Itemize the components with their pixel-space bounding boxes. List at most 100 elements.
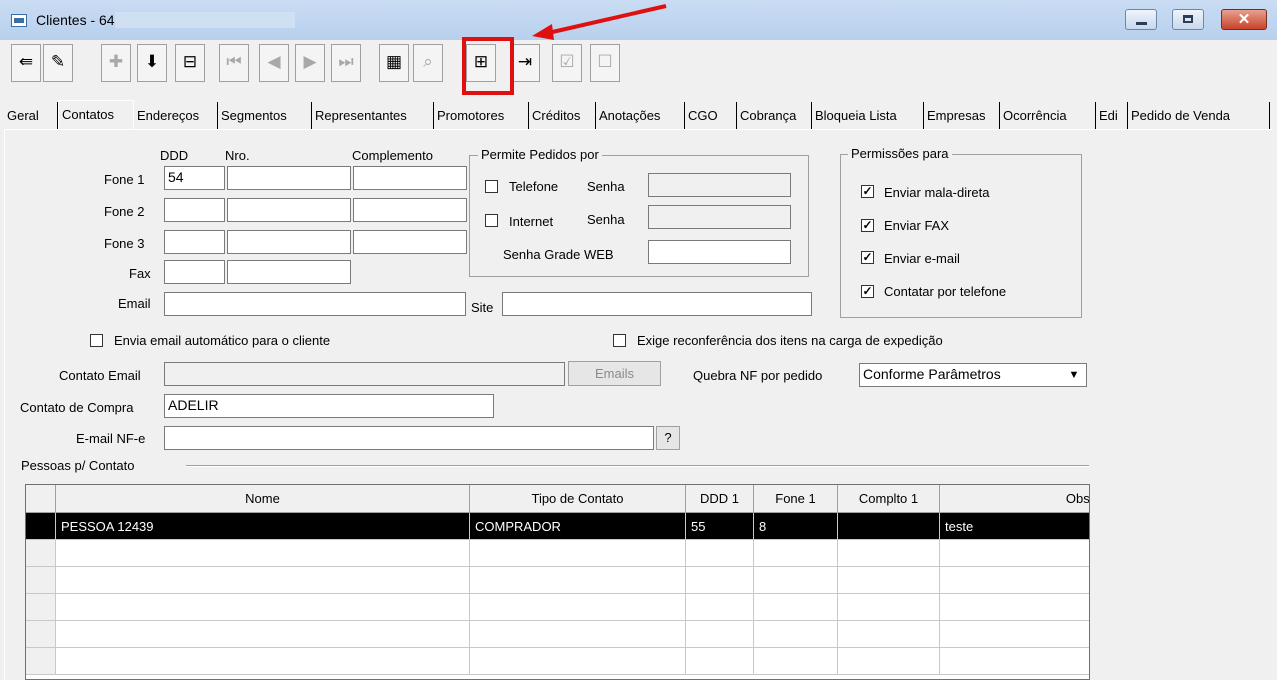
maximize-button[interactable] <box>1172 9 1204 30</box>
exit-icon[interactable]: ⇚ <box>11 44 41 82</box>
mala-direta-checkbox[interactable]: ✓ <box>861 185 874 198</box>
tab-edi[interactable]: Edi <box>1096 102 1128 129</box>
pessoas-grid[interactable]: Nome Tipo de Contato DDD 1 Fone 1 Complto 1O… <box>25 484 1090 680</box>
uncheck-list-icon[interactable]: ☐ <box>590 44 620 82</box>
tab-segmentos[interactable]: Segmentos <box>218 102 312 129</box>
table-cell[interactable] <box>686 567 754 594</box>
tab-bloqueia-lista[interactable]: Bloqueia Lista <box>812 102 924 129</box>
contato-compra-input[interactable]: ADELIR <box>164 394 494 418</box>
first-icon[interactable]: ⏮ <box>219 44 249 82</box>
table-cell[interactable]: 55 <box>686 513 754 540</box>
remove-contact-icon[interactable]: ⇥ <box>510 44 540 82</box>
exige-reconf-checkbox[interactable] <box>613 334 626 347</box>
table-cell[interactable] <box>838 621 940 648</box>
table-cell[interactable] <box>56 648 470 675</box>
tab-promotores[interactable]: Promotores <box>434 102 529 129</box>
telefone-checkbox[interactable] <box>485 180 498 193</box>
table-cell[interactable] <box>56 594 470 621</box>
grid-row-indicator[interactable] <box>26 594 56 621</box>
envia-email-checkbox[interactable] <box>90 334 103 347</box>
email-input[interactable] <box>164 292 466 316</box>
table-cell[interactable] <box>686 540 754 567</box>
fone1-nro-input[interactable] <box>227 166 351 190</box>
fax-checkbox[interactable]: ✓ <box>861 219 874 232</box>
table-cell[interactable]: COMPRADOR <box>470 513 686 540</box>
contato-email-input[interactable] <box>164 362 565 386</box>
email-perm-checkbox[interactable]: ✓ <box>861 251 874 264</box>
table-cell[interactable] <box>686 648 754 675</box>
table-cell[interactable] <box>754 567 838 594</box>
table-cell[interactable] <box>56 621 470 648</box>
table-cell[interactable] <box>754 648 838 675</box>
senha-telefone-input[interactable] <box>648 173 791 197</box>
minimize-button[interactable] <box>1125 9 1157 30</box>
table-cell[interactable] <box>686 594 754 621</box>
cancel-icon[interactable]: ⊟ <box>175 44 205 82</box>
fone3-ddd-input[interactable] <box>164 230 225 254</box>
tab-contatos[interactable]: Contatos <box>58 100 134 130</box>
table-cell[interactable] <box>686 621 754 648</box>
prev-icon[interactable]: ◀ <box>259 44 289 82</box>
table-cell[interactable] <box>838 594 940 621</box>
table-cell[interactable] <box>838 513 940 540</box>
grid-column-header[interactable]: Complto 1 <box>838 485 940 513</box>
email-nfe-input[interactable] <box>164 426 654 450</box>
grid-row-indicator[interactable] <box>26 567 56 594</box>
tab-ocorrencia[interactable]: Ocorrência <box>1000 102 1096 129</box>
tab-creditos[interactable]: Créditos <box>529 102 596 129</box>
senha-internet-input[interactable] <box>648 205 791 229</box>
table-cell[interactable]: PESSOA 12439 <box>56 513 470 540</box>
table-cell[interactable]: teste <box>940 513 1089 540</box>
table-cell[interactable] <box>470 567 686 594</box>
table-cell[interactable] <box>470 540 686 567</box>
tab-representantes[interactable]: Representantes <box>312 102 434 129</box>
fone2-complemento-input[interactable] <box>353 198 467 222</box>
grid-row-indicator[interactable] <box>26 648 56 675</box>
tab-cgo[interactable]: CGO <box>685 102 737 129</box>
grid-column-header[interactable]: DDD 1 <box>686 485 754 513</box>
tab-pedido-de-venda[interactable]: Pedido de Venda <box>1128 102 1270 129</box>
table-cell[interactable] <box>838 648 940 675</box>
site-input[interactable] <box>502 292 812 316</box>
table-cell[interactable] <box>56 540 470 567</box>
last-icon[interactable]: ⏭ <box>331 44 361 82</box>
fone1-complemento-input[interactable] <box>353 166 467 190</box>
table-cell[interactable] <box>754 621 838 648</box>
fone3-complemento-input[interactable] <box>353 230 467 254</box>
edit-icon[interactable]: ✎ <box>43 44 73 82</box>
list-icon[interactable]: ▦ <box>379 44 409 82</box>
table-cell[interactable] <box>940 540 1089 567</box>
senha-web-input[interactable] <box>648 240 791 264</box>
fone1-ddd-input[interactable]: 54 <box>164 166 225 190</box>
table-cell[interactable] <box>56 567 470 594</box>
fone2-ddd-input[interactable] <box>164 198 225 222</box>
grid-column-header[interactable]: Tipo de Contato <box>470 485 686 513</box>
fax-ddd-input[interactable] <box>164 260 225 284</box>
table-cell[interactable] <box>940 594 1089 621</box>
grid-column-header[interactable]: Obse <box>940 485 1089 513</box>
grid-row-indicator[interactable] <box>26 621 56 648</box>
fax-nro-input[interactable] <box>227 260 351 284</box>
grid-column-header[interactable]: Nome <box>56 485 470 513</box>
tab-anotacoes[interactable]: Anotações <box>596 102 685 129</box>
check-list-icon[interactable]: ☑ <box>552 44 582 82</box>
fone2-nro-input[interactable] <box>227 198 351 222</box>
fone3-nro-input[interactable] <box>227 230 351 254</box>
binoculars-icon[interactable]: ⌕ <box>413 44 443 82</box>
grid-row-indicator[interactable] <box>26 540 56 567</box>
table-cell[interactable] <box>754 540 838 567</box>
tab-geral[interactable]: Geral <box>4 102 58 129</box>
table-cell[interactable] <box>470 594 686 621</box>
grid-row-indicator[interactable] <box>26 513 56 540</box>
grid-column-header[interactable]: Fone 1 <box>754 485 838 513</box>
table-cell[interactable] <box>940 567 1089 594</box>
table-cell[interactable]: 8 <box>754 513 838 540</box>
telefone-perm-checkbox[interactable]: ✓ <box>861 285 874 298</box>
next-icon[interactable]: ▶ <box>295 44 325 82</box>
new-icon[interactable]: ✚ <box>101 44 131 82</box>
close-button[interactable]: ✕ <box>1221 9 1267 30</box>
quebra-nf-select[interactable]: Conforme Parâmetros <box>859 363 1087 387</box>
table-cell[interactable] <box>940 621 1089 648</box>
tab-cobranca[interactable]: Cobrança <box>737 102 812 129</box>
email-nfe-help-button[interactable]: ? <box>656 426 680 450</box>
